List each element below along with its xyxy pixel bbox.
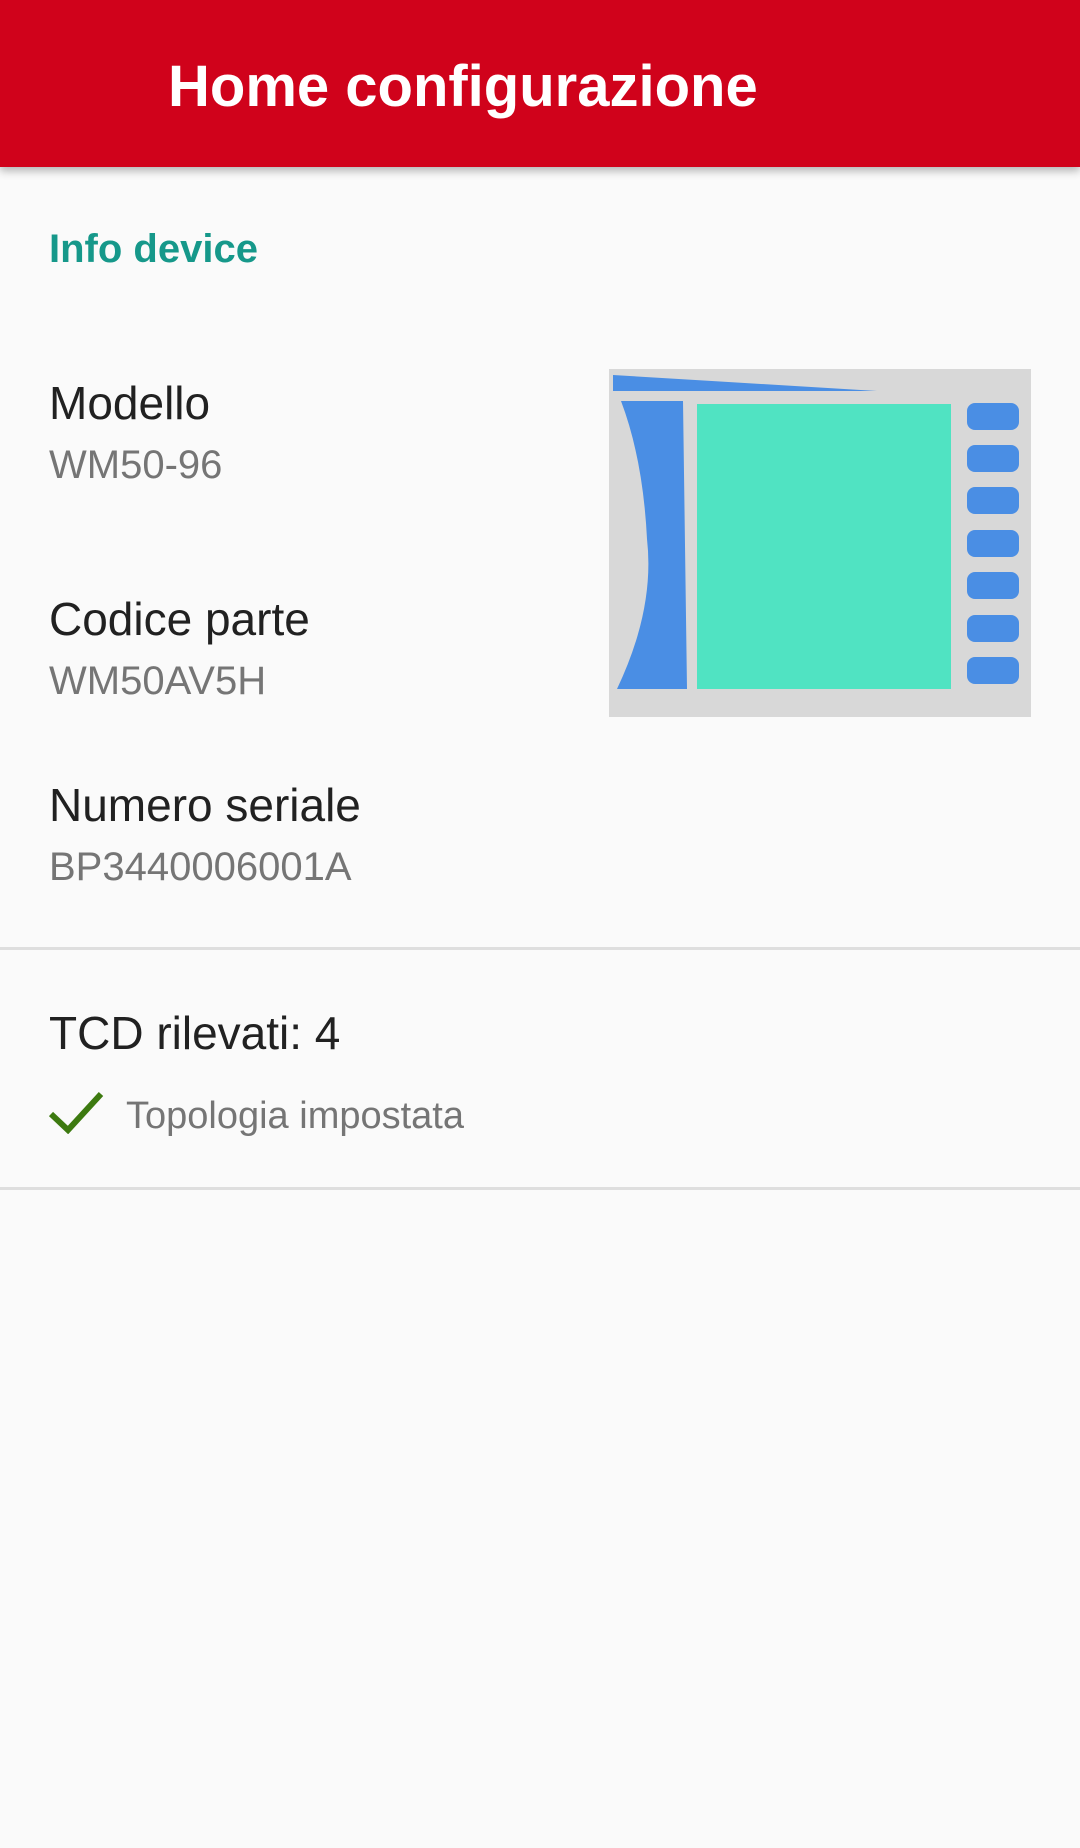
device-button bbox=[967, 572, 1019, 599]
divider bbox=[0, 1187, 1080, 1190]
tcd-count-label: TCD rilevati: 4 bbox=[49, 1007, 341, 1059]
device-button bbox=[967, 445, 1019, 472]
field-label-modello: Modello bbox=[49, 377, 211, 429]
device-button bbox=[967, 530, 1019, 557]
device-buttons bbox=[967, 403, 1019, 684]
check-icon bbox=[48, 1091, 104, 1134]
field-value-numero-seriale: BP3440006001A bbox=[49, 845, 352, 889]
field-value-codice-parte: WM50AV5H bbox=[49, 659, 267, 703]
topology-status-text: Topologia impostata bbox=[126, 1095, 464, 1137]
device-image bbox=[609, 369, 1031, 717]
app-title: Home configurazione bbox=[168, 54, 758, 119]
app-bar: Home configurazione bbox=[0, 0, 1080, 167]
device-button bbox=[967, 403, 1019, 430]
device-button bbox=[967, 487, 1019, 514]
device-screen bbox=[697, 404, 951, 689]
section-title-info-device: Info device bbox=[49, 227, 258, 271]
device-button bbox=[967, 657, 1019, 684]
field-label-numero-seriale: Numero seriale bbox=[49, 779, 361, 831]
device-button bbox=[967, 615, 1019, 642]
field-label-codice-parte: Codice parte bbox=[49, 593, 310, 645]
divider bbox=[0, 947, 1080, 950]
field-value-modello: WM50-96 bbox=[49, 443, 223, 487]
